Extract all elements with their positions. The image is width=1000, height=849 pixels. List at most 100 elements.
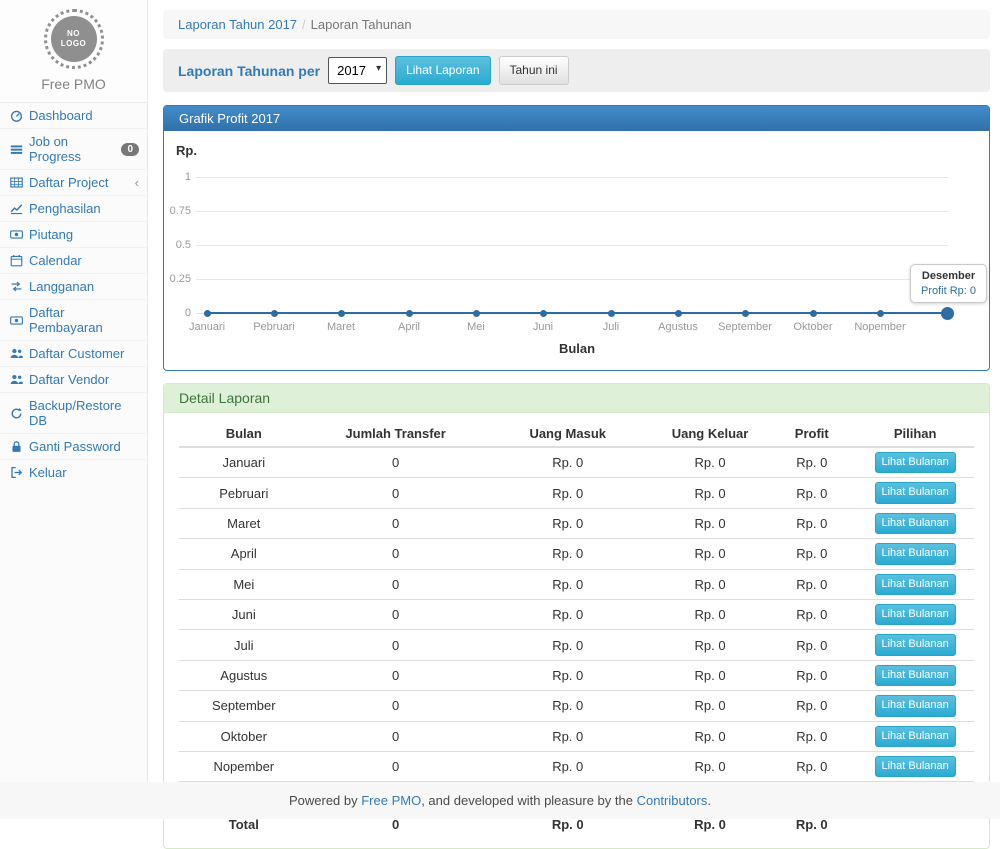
data-point-oktober[interactable] xyxy=(810,310,817,317)
cell-uang-masuk: Rp. 0 xyxy=(483,660,653,690)
view-month-button[interactable]: Lihat Bulanan xyxy=(875,756,956,777)
year-select[interactable]: 2017 xyxy=(328,57,387,84)
list-icon xyxy=(8,143,25,156)
cell-uang-keluar: Rp. 0 xyxy=(653,630,767,660)
data-point-juni[interactable] xyxy=(540,310,547,317)
view-month-button[interactable]: Lihat Bulanan xyxy=(875,634,956,655)
breadcrumb-separator: / xyxy=(297,17,311,32)
chart-tooltip: Desember Profit Rp: 0 xyxy=(910,264,987,303)
table-header-row: Bulan Jumlah Transfer Uang Masuk Uang Ke… xyxy=(179,421,974,447)
profit-chart-panel: Grafik Profit 2017 Rp. 1 0.75 0.5 0.25 0 xyxy=(163,105,990,371)
view-month-button[interactable]: Lihat Bulanan xyxy=(875,726,956,747)
sidebar-item-label: Dashboard xyxy=(29,108,93,123)
sign-out-icon xyxy=(8,466,25,479)
view-month-button[interactable]: Lihat Bulanan xyxy=(875,665,956,686)
sidebar-item-dashboard[interactable]: Dashboard xyxy=(0,102,147,128)
cell-uang-masuk: Rp. 0 xyxy=(483,539,653,569)
data-point-april[interactable] xyxy=(406,310,413,317)
footer: Powered by Free PMO, and developed with … xyxy=(0,782,1000,819)
view-report-button[interactable]: Lihat Laporan xyxy=(395,56,490,85)
cell-profit: Rp. 0 xyxy=(767,660,856,690)
y-tick-label: 0.5 xyxy=(164,239,191,251)
cell-jumlah-transfer: 0 xyxy=(309,569,483,599)
data-point-juli[interactable] xyxy=(608,310,615,317)
footer-link-contributors[interactable]: Contributors xyxy=(637,793,708,808)
data-point-desember-highlighted[interactable] xyxy=(941,307,954,320)
cell-uang-masuk: Rp. 0 xyxy=(483,478,653,508)
sidebar-item-daftar-pembayaran[interactable]: Daftar Pembayaran xyxy=(0,299,147,340)
this-year-button[interactable]: Tahun ini xyxy=(499,56,569,85)
data-point-maret[interactable] xyxy=(338,310,345,317)
chart-x-axis-title: Bulan xyxy=(559,341,595,356)
cell-uang-masuk: Rp. 0 xyxy=(483,721,653,751)
sidebar-item-langganan[interactable]: Langganan xyxy=(0,273,147,299)
cell-bulan: Agustus xyxy=(179,660,309,690)
table-row: Maret 0 Rp. 0 Rp. 0 Rp. 0 Lihat Bulanan xyxy=(179,508,974,538)
header-jumlah-transfer: Jumlah Transfer xyxy=(309,421,483,447)
profit-series-line xyxy=(207,312,947,314)
x-tick-label: April xyxy=(398,321,420,333)
sidebar-item-penghasilan[interactable]: Penghasilan xyxy=(0,195,147,221)
cell-uang-masuk: Rp. 0 xyxy=(483,447,653,478)
x-tick-label: Oktober xyxy=(793,321,832,333)
monthly-report-table: Bulan Jumlah Transfer Uang Masuk Uang Ke… xyxy=(179,421,974,836)
sidebar-item-backup-restore-db[interactable]: Backup/Restore DB xyxy=(0,392,147,433)
view-month-button[interactable]: Lihat Bulanan xyxy=(875,695,956,716)
data-point-september[interactable] xyxy=(742,310,749,317)
table-row: Pebruari 0 Rp. 0 Rp. 0 Rp. 0 Lihat Bulan… xyxy=(179,478,974,508)
no-logo-image: NO LOGO xyxy=(44,9,104,69)
view-month-button[interactable]: Lihat Bulanan xyxy=(875,574,956,595)
cell-jumlah-transfer: 0 xyxy=(309,630,483,660)
data-point-mei[interactable] xyxy=(473,310,480,317)
data-point-pebruari[interactable] xyxy=(271,310,278,317)
sidebar-nav: Dashboard Job on Progress 0 Daftar Proje… xyxy=(0,102,147,485)
sidebar-item-daftar-project[interactable]: Daftar Project ‹ xyxy=(0,169,147,195)
view-month-button[interactable]: Lihat Bulanan xyxy=(875,604,956,625)
sidebar: NO LOGO Free PMO Dashboard Job on Progre… xyxy=(0,0,148,782)
lock-icon xyxy=(8,440,25,453)
table-row: Oktober 0 Rp. 0 Rp. 0 Rp. 0 Lihat Bulana… xyxy=(179,721,974,751)
view-month-button[interactable]: Lihat Bulanan xyxy=(875,452,956,473)
table-row: Juni 0 Rp. 0 Rp. 0 Rp. 0 Lihat Bulanan xyxy=(179,599,974,629)
view-month-button[interactable]: Lihat Bulanan xyxy=(875,513,956,534)
gridline xyxy=(196,177,948,178)
money-icon xyxy=(8,228,25,241)
table-row: Januari 0 Rp. 0 Rp. 0 Rp. 0 Lihat Bulana… xyxy=(179,447,974,478)
sidebar-item-job-on-progress[interactable]: Job on Progress 0 xyxy=(0,128,147,169)
sidebar-item-label: Keluar xyxy=(29,465,67,480)
brand-name: Free PMO xyxy=(0,76,147,92)
sidebar-item-daftar-vendor[interactable]: Daftar Vendor xyxy=(0,366,147,392)
view-month-button[interactable]: Lihat Bulanan xyxy=(875,482,956,503)
cell-uang-keluar: Rp. 0 xyxy=(653,660,767,690)
cell-bulan: Juni xyxy=(179,599,309,629)
header-uang-masuk: Uang Masuk xyxy=(483,421,653,447)
header-uang-keluar: Uang Keluar xyxy=(653,421,767,447)
cell-jumlah-transfer: 0 xyxy=(309,751,483,781)
cell-uang-masuk: Rp. 0 xyxy=(483,751,653,781)
cell-bulan: Juli xyxy=(179,630,309,660)
sidebar-item-label: Daftar Customer xyxy=(29,346,124,361)
logo-text-line1: NO xyxy=(67,29,80,39)
sidebar-item-daftar-customer[interactable]: Daftar Customer xyxy=(0,340,147,366)
x-tick-label: September xyxy=(718,321,772,333)
data-point-nopember[interactable] xyxy=(877,310,884,317)
sidebar-item-calendar[interactable]: Calendar xyxy=(0,247,147,273)
data-point-agustus[interactable] xyxy=(675,310,682,317)
cell-profit: Rp. 0 xyxy=(767,478,856,508)
data-point-januari[interactable] xyxy=(204,310,211,317)
breadcrumb-link[interactable]: Laporan Tahun 2017 xyxy=(178,17,297,32)
cell-profit: Rp. 0 xyxy=(767,569,856,599)
cell-uang-masuk: Rp. 0 xyxy=(483,599,653,629)
view-month-button[interactable]: Lihat Bulanan xyxy=(875,543,956,564)
sidebar-item-keluar[interactable]: Keluar xyxy=(0,459,147,485)
footer-link-free-pmo[interactable]: Free PMO xyxy=(361,793,421,808)
cell-uang-keluar: Rp. 0 xyxy=(653,478,767,508)
table-row: Agustus 0 Rp. 0 Rp. 0 Rp. 0 Lihat Bulana… xyxy=(179,660,974,690)
cell-uang-masuk: Rp. 0 xyxy=(483,569,653,599)
x-tick-label: Maret xyxy=(327,321,355,333)
x-tick-label: Juni xyxy=(533,321,553,333)
cell-jumlah-transfer: 0 xyxy=(309,721,483,751)
sidebar-item-ganti-password[interactable]: Ganti Password xyxy=(0,433,147,459)
x-tick-label: Januari xyxy=(189,321,225,333)
sidebar-item-piutang[interactable]: Piutang xyxy=(0,221,147,247)
